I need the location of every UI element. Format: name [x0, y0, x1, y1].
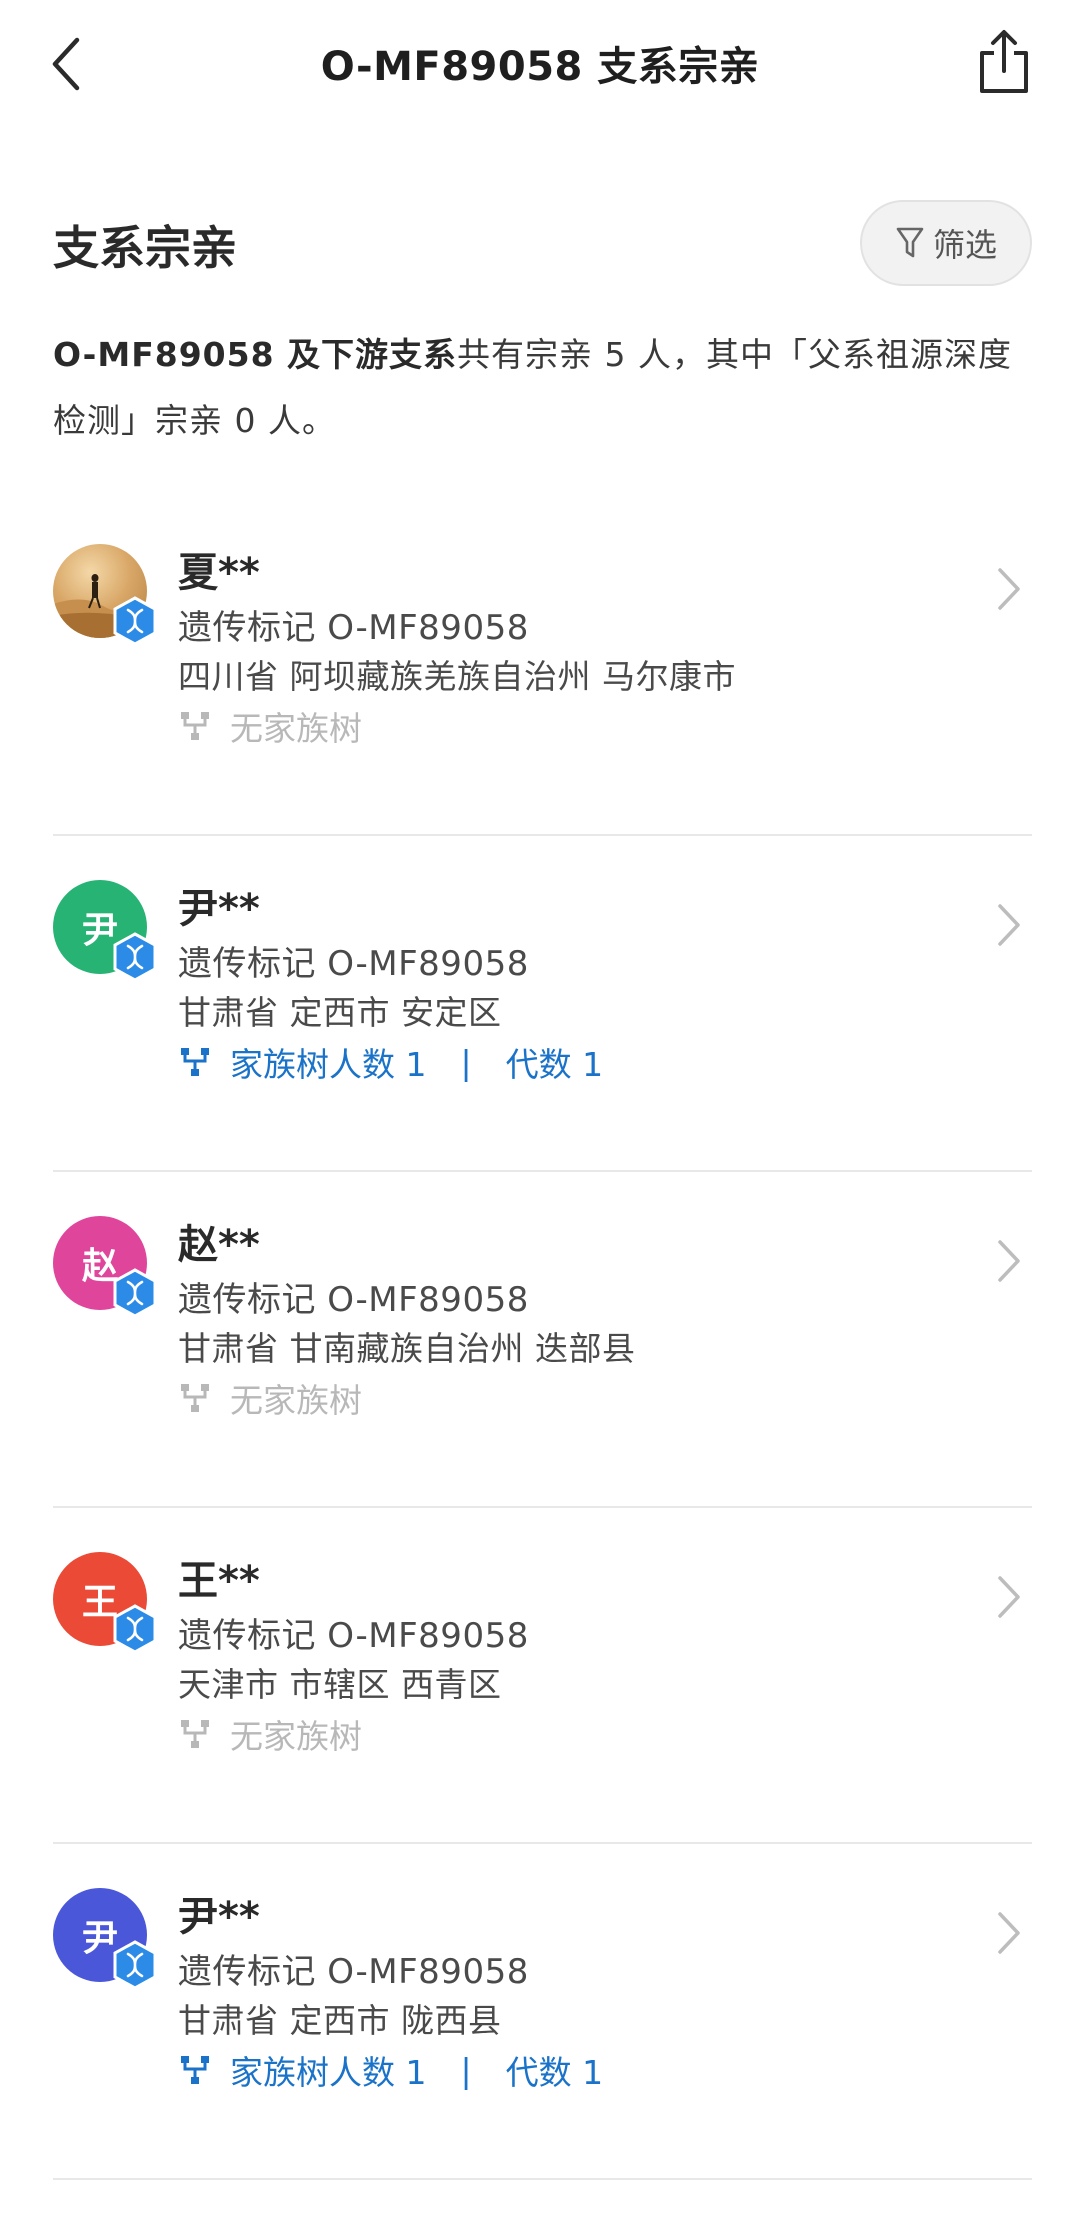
- summary-branch: O-MF89058 及下游支系: [53, 335, 458, 374]
- location: 甘肃省 定西市 陇西县: [178, 2001, 502, 2040]
- relative-name: 赵**: [178, 1222, 260, 1268]
- family-tree-status: 无家族树: [178, 1710, 362, 1758]
- relatives-list: 夏** 遗传标记 O-MF89058 四川省 阿坝藏族羌族自治州 马尔康市 无家…: [0, 500, 1080, 2180]
- family-tree-text: 无家族树: [230, 709, 362, 748]
- list-item[interactable]: 夏** 遗传标记 O-MF89058 四川省 阿坝藏族羌族自治州 马尔康市 无家…: [0, 500, 1080, 836]
- list-item[interactable]: 王 王** 遗传标记 O-MF89058 天津市 市辖区 西青区 无家族树: [0, 1508, 1080, 1844]
- chevron-right-icon: [998, 1240, 1020, 1282]
- family-tree-status: 无家族树: [178, 702, 362, 750]
- family-tree-generations: 代数 1: [505, 1045, 604, 1084]
- section-title: 支系宗亲: [53, 221, 237, 275]
- list-item[interactable]: 赵 赵** 遗传标记 O-MF89058 甘肃省 甘南藏族自治州 迭部县 无家族…: [0, 1172, 1080, 1508]
- dna-badge-icon: [113, 1604, 157, 1654]
- family-tree-status: 无家族树: [178, 1374, 362, 1422]
- location: 四川省 阿坝藏族羌族自治州 马尔康市: [178, 657, 736, 696]
- separator: |: [460, 1042, 472, 1082]
- chevron-right-icon: [998, 1576, 1020, 1618]
- relative-name: 夏**: [178, 550, 260, 596]
- genetic-marker: 遗传标记 O-MF89058: [178, 1952, 529, 1992]
- family-tree-icon: [181, 712, 209, 740]
- chevron-right-icon: [998, 904, 1020, 946]
- divider: [53, 2178, 1032, 2180]
- filter-button[interactable]: 筛选: [860, 200, 1032, 286]
- family-tree-icon: [181, 1384, 209, 1412]
- filter-icon: [896, 227, 924, 258]
- dna-badge-icon: [113, 1940, 157, 1990]
- family-tree-icon: [181, 2056, 209, 2084]
- chevron-right-icon: [998, 1912, 1020, 1954]
- family-tree-text: 无家族树: [230, 1381, 362, 1420]
- relative-name: 尹**: [178, 1894, 260, 1940]
- dna-badge-icon: [113, 596, 157, 646]
- list-item[interactable]: 尹 尹** 遗传标记 O-MF89058 甘肃省 定西市 陇西县 家族树人数 1…: [0, 1844, 1080, 2180]
- family-tree-count: 家族树人数 1: [230, 1045, 427, 1084]
- location: 甘肃省 甘南藏族自治州 迭部县: [178, 1329, 636, 1368]
- share-icon: [980, 30, 1028, 93]
- relative-name: 尹**: [178, 886, 260, 932]
- page-title: O-MF89058 支系宗亲: [320, 44, 760, 90]
- family-tree-text: 无家族树: [230, 1717, 362, 1756]
- family-tree-status[interactable]: 家族树人数 1 | 代数 1: [178, 1038, 603, 1086]
- genetic-marker: 遗传标记 O-MF89058: [178, 1280, 529, 1320]
- family-tree-status[interactable]: 家族树人数 1 | 代数 1: [178, 2046, 603, 2094]
- dna-badge-icon: [113, 932, 157, 982]
- share-button[interactable]: [972, 26, 1036, 98]
- summary-text: O-MF89058 及下游支系共有宗亲 5 人，其中「父系祖源深度检测」宗亲 0…: [53, 322, 1028, 454]
- page: O-MF89058 支系宗亲 支系宗亲 筛选 O-MF89058 及下游支系共有…: [0, 0, 1080, 2221]
- family-tree-icon: [181, 1048, 209, 1076]
- genetic-marker: 遗传标记 O-MF89058: [178, 944, 529, 984]
- family-tree-icon: [181, 1720, 209, 1748]
- dna-badge-icon: [113, 1268, 157, 1318]
- separator: |: [460, 2050, 472, 2090]
- chevron-right-icon: [998, 568, 1020, 610]
- relative-name: 王**: [178, 1558, 260, 1604]
- location: 甘肃省 定西市 安定区: [178, 993, 502, 1032]
- genetic-marker: 遗传标记 O-MF89058: [178, 1616, 529, 1656]
- nav-bar: O-MF89058 支系宗亲: [0, 0, 1080, 132]
- list-item[interactable]: 尹 尹** 遗传标记 O-MF89058 甘肃省 定西市 安定区 家族树人数 1…: [0, 836, 1080, 1172]
- family-tree-count: 家族树人数 1: [230, 2053, 427, 2092]
- family-tree-generations: 代数 1: [505, 2053, 604, 2092]
- genetic-marker: 遗传标记 O-MF89058: [178, 608, 529, 648]
- filter-label: 筛选: [932, 226, 997, 264]
- location: 天津市 市辖区 西青区: [178, 1665, 502, 1704]
